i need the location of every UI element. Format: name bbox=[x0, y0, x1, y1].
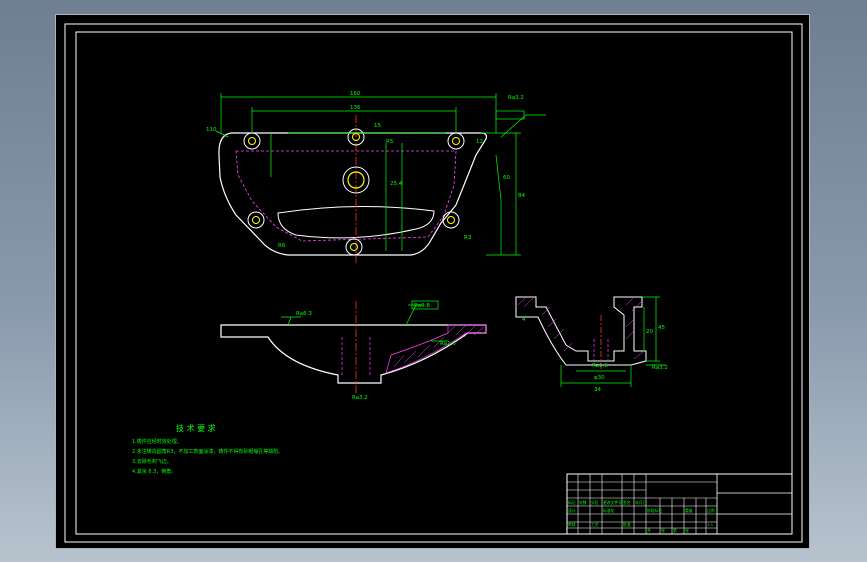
tb-cell: 张 bbox=[661, 528, 665, 533]
dim-label: 34 bbox=[594, 387, 601, 393]
bolt-hole bbox=[447, 132, 465, 150]
section-view: 4 45 20 Ra1.6 Ra3.2 φ30 34 bbox=[515, 296, 668, 393]
hidden-contour bbox=[235, 150, 457, 242]
dim-label: 110 bbox=[206, 127, 217, 133]
tb-cell: 工艺 bbox=[591, 522, 599, 527]
bolt-hole-inner bbox=[248, 137, 256, 145]
tb-cell: 张 bbox=[685, 528, 689, 533]
tb-cell: 共 bbox=[647, 528, 651, 533]
tb-cell: 签名 bbox=[623, 500, 631, 505]
cad-viewport[interactable]: 160 136 15 R5 110 Ra3.2 R6 R3 25.4 84 60… bbox=[55, 14, 810, 549]
tb-cell: 1:1 bbox=[707, 522, 714, 527]
bolt-hole-inner bbox=[447, 216, 455, 224]
bolt-hole bbox=[442, 211, 460, 229]
dim-label: 12 bbox=[476, 139, 483, 145]
section-outline bbox=[515, 296, 647, 366]
dim-label: 25.4 bbox=[390, 181, 403, 187]
top-view: 160 136 15 R5 110 Ra3.2 R6 R3 25.4 84 60… bbox=[206, 91, 546, 265]
top-dimensions bbox=[215, 93, 546, 256]
dim-label: 136 bbox=[350, 105, 361, 111]
dim-label: Ra3.2 bbox=[508, 95, 524, 101]
tech-line: 2.未注铸造圆角R3，不加工表面涂漆，铸件不得有砂眼缩孔等缺陷。 bbox=[132, 448, 283, 455]
tb-cell: 分区 bbox=[591, 500, 599, 505]
tb-cell: 设计 bbox=[568, 508, 576, 513]
dim-label: Ra6.3 bbox=[296, 311, 312, 317]
bolt-holes bbox=[243, 128, 465, 256]
tb-cell: 标准化 bbox=[603, 508, 615, 513]
dim-label: 15 bbox=[374, 123, 381, 129]
tech-line: 1.铸件应经时效处理。 bbox=[132, 438, 182, 445]
title-block: 标记 处数 分区 更改文件号 签名 年月日 设计 标准化 阶段标记 重量 比例 … bbox=[566, 473, 793, 535]
tech-line: 3.去除毛刺飞边。 bbox=[132, 458, 172, 465]
dim-label: 45 bbox=[658, 325, 665, 331]
dim-label: 84 bbox=[518, 193, 525, 199]
tech-line: 4.其余 6.3，倒角。 bbox=[132, 468, 176, 475]
tech-requirements: 技 术 要 求 1.铸件应经时效处理。 2.未注铸造圆角R3，不加工表面涂漆，铸… bbox=[132, 423, 283, 475]
side-hatch bbox=[385, 324, 487, 374]
tolerance-frame bbox=[495, 110, 525, 120]
top-dim-text: 160 136 15 R5 110 Ra3.2 R6 R3 25.4 84 60… bbox=[206, 91, 525, 249]
side-view: Ra6.3 Ra0.8 Ra1.6 Ra3.2 bbox=[220, 300, 487, 401]
tb-cell: 标记 bbox=[568, 500, 576, 505]
dim-label: 60 bbox=[503, 175, 510, 181]
inner-frame bbox=[75, 31, 793, 535]
tb-cell: 比例 bbox=[707, 508, 715, 513]
side-hatch-lines bbox=[393, 324, 485, 368]
dim-label: φ30 bbox=[594, 375, 605, 381]
bolt-hole-inner bbox=[252, 216, 260, 224]
dim-label: Ra3.2 bbox=[352, 395, 368, 401]
bolt-hole-inner bbox=[350, 243, 358, 251]
dim-label: Ra1.6 bbox=[592, 363, 608, 369]
dim-label: Ra1.6 bbox=[440, 341, 456, 347]
outer-frame bbox=[64, 23, 803, 543]
tb-cell: 阶段标记 bbox=[647, 508, 662, 513]
dim-label: 20 bbox=[646, 329, 653, 335]
dim-label: Ra0.8 bbox=[414, 303, 430, 309]
tb-cell: 审核 bbox=[568, 522, 576, 527]
tb-cell: 年月日 bbox=[635, 500, 647, 505]
tb-cell: 重量 bbox=[685, 508, 693, 513]
dim-label: R6 bbox=[278, 243, 286, 249]
dim-label: Ra3.2 bbox=[652, 365, 668, 371]
section-hatch bbox=[517, 296, 645, 360]
dim-label: 160 bbox=[350, 91, 361, 97]
bolt-hole bbox=[345, 238, 363, 256]
section-dims bbox=[560, 296, 666, 387]
dim-label: R3 bbox=[464, 235, 472, 241]
tb-cell: 第 bbox=[673, 528, 677, 533]
bolt-hole bbox=[243, 132, 261, 150]
tb-cell: 处数 bbox=[579, 500, 587, 505]
tb-cell: 批准 bbox=[623, 522, 631, 527]
tb-cell: 更改文件号 bbox=[603, 500, 622, 505]
bolt-hole bbox=[247, 211, 265, 229]
dim-label: R5 bbox=[386, 139, 394, 145]
tech-title: 技 术 要 求 bbox=[176, 423, 216, 433]
drawing-sheet: 160 136 15 R5 110 Ra3.2 R6 R3 25.4 84 60… bbox=[64, 23, 803, 543]
dim-label: 4 bbox=[522, 317, 526, 323]
side-dim-text: Ra6.3 Ra0.8 Ra1.6 Ra3.2 bbox=[296, 303, 456, 401]
bolt-hole-inner bbox=[452, 137, 460, 145]
